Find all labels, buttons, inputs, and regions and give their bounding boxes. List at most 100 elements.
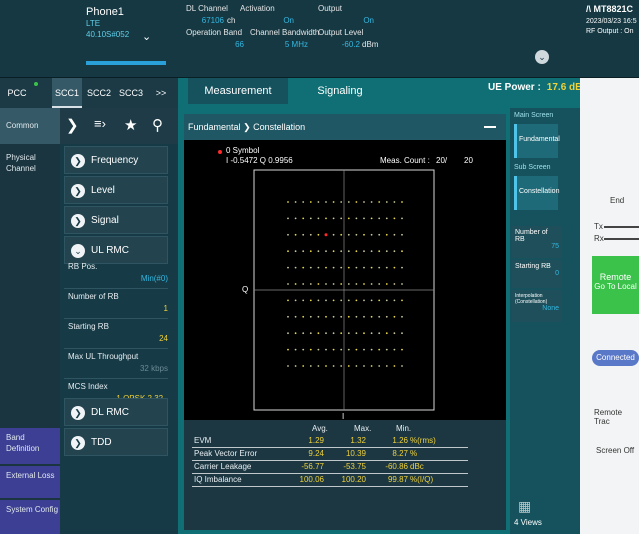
constellation-point: [317, 250, 320, 253]
signal-button[interactable]: ❯ Signal: [64, 206, 168, 234]
tdd-button[interactable]: ❯ TDD: [64, 428, 168, 456]
constellation-point: [393, 250, 396, 253]
list-arrow-icon[interactable]: ≡›: [94, 116, 106, 131]
carrier-tabs: PCC SCC1 SCC2 SCC3 >>: [0, 78, 178, 108]
constellation-point: [317, 217, 320, 220]
chevron-down-icon[interactable]: ⌄: [142, 30, 151, 43]
constellation-point: [370, 283, 373, 285]
cl-unit: dBc: [410, 462, 424, 471]
level-button[interactable]: ❯ Level: [64, 176, 168, 204]
constellation-point: [294, 283, 297, 285]
pve-max: 10.39: [345, 449, 366, 458]
constellation-point: [317, 348, 320, 351]
ue-power-label: UE Power :: [488, 82, 541, 93]
constellation-point: [325, 332, 327, 335]
chevron-right-icon: ❯: [71, 154, 85, 168]
row-label-carrier-leakage: Carrier Leakage: [194, 462, 252, 471]
meas-count-total: 20: [464, 156, 473, 165]
constellation-point: [363, 233, 365, 236]
max-ul-throughput-value: 32 kbps: [139, 364, 168, 373]
constellation-point: [294, 217, 297, 220]
phone-selector[interactable]: Phone1 LTE 40.10S#052: [86, 6, 182, 70]
constellation-point: [287, 283, 289, 285]
tab-pcc[interactable]: PCC: [0, 78, 34, 108]
level-label: Level: [91, 185, 115, 196]
iq-min: 99.87: [387, 475, 408, 484]
constellation-point: [363, 315, 365, 318]
constellation-point: [309, 201, 312, 203]
chevron-right-icon: ❯: [71, 214, 85, 228]
constellation-point: [378, 233, 381, 236]
minimize-icon[interactable]: [484, 126, 496, 128]
constellation-point: [287, 348, 289, 351]
remote-button[interactable]: Remote Go To Local: [592, 256, 639, 314]
constellation-point: [332, 315, 335, 318]
constellation-point: [287, 332, 289, 335]
constellation-point: [347, 233, 350, 236]
num-rb-value[interactable]: 1: [68, 304, 168, 313]
crumb-fundamental[interactable]: Fundamental: [188, 122, 241, 132]
tab-scc2[interactable]: SCC2: [84, 78, 114, 108]
constellation-point: [287, 315, 289, 318]
main-screen-button[interactable]: Fundamental: [514, 124, 560, 158]
pve-unit: %: [410, 449, 418, 458]
chevron-right-icon[interactable]: ❯: [66, 116, 79, 134]
dl-rmc-button[interactable]: ❯ DL RMC: [64, 398, 168, 426]
constellation-point: [332, 365, 335, 367]
output-level-value: -60.2: [341, 40, 360, 49]
constellation-point: [370, 348, 373, 351]
constellation-point: [325, 266, 327, 269]
top-status-bar: Phone1 LTE 40.10S#052 ⌄ DL Channel 67106…: [0, 0, 639, 78]
screen-off-button[interactable]: Screen Off: [596, 446, 634, 455]
constellation-point: [340, 233, 343, 236]
search-icon[interactable]: ⚲: [152, 116, 163, 134]
sub-screen-label: Sub Screen: [514, 164, 551, 171]
sidebar-item-external-loss[interactable]: External Loss: [0, 466, 60, 498]
tx-level-bar: [604, 226, 639, 228]
constellation-point: [294, 348, 297, 351]
sidebar-item-system-config[interactable]: System Config: [0, 500, 60, 534]
constellation-point: [325, 250, 327, 253]
tab-more[interactable]: >>: [148, 78, 174, 108]
constellation-point: [294, 332, 297, 335]
sidebar-item-common[interactable]: Common: [0, 108, 60, 144]
tab-scc3[interactable]: SCC3: [116, 78, 146, 108]
side-starting-rb[interactable]: Starting RB 0: [512, 260, 562, 288]
meas-count-label: Meas. Count :: [380, 156, 430, 165]
constellation-point: [332, 250, 335, 253]
side-num-rb[interactable]: Number of RB 75: [512, 226, 562, 258]
tx-label: Tx: [594, 222, 603, 231]
sub-screen-button[interactable]: Constellation: [514, 176, 559, 210]
ul-rmc-button[interactable]: ⌄ UL RMC: [64, 236, 168, 264]
phone-id: 40.10S#052: [86, 30, 130, 39]
views-label[interactable]: 4 Views: [514, 518, 542, 527]
chevron-down-icon: ⌄: [71, 244, 85, 258]
constellation-point: [401, 332, 403, 335]
starting-rb-value[interactable]: 24: [68, 334, 168, 343]
collapse-chevron-icon[interactable]: ⌄: [535, 50, 549, 64]
tab-signaling[interactable]: Signaling: [290, 78, 390, 104]
star-icon[interactable]: ★: [124, 116, 137, 134]
constellation-point: [393, 233, 396, 236]
row-divider: [192, 473, 468, 474]
grid-views-icon[interactable]: ▦: [518, 498, 531, 515]
col-header-max: Max.: [354, 424, 372, 433]
main-screen-label: Main Screen: [514, 112, 554, 119]
tab-measurement[interactable]: Measurement: [188, 78, 288, 104]
sidebar-item-band-definition[interactable]: Band Definition: [0, 428, 60, 464]
constellation-point: [325, 365, 327, 367]
frequency-button[interactable]: ❯ Frequency: [64, 146, 168, 174]
constellation-point: [363, 266, 365, 269]
constellation-point: [340, 201, 343, 203]
tab-scc1[interactable]: SCC1: [52, 78, 82, 108]
constellation-point: [355, 283, 358, 285]
remote-trace-button[interactable]: Remote Trac: [594, 408, 639, 426]
constellation-point: [317, 266, 320, 269]
constellation-point: [393, 299, 396, 302]
constellation-point: [340, 250, 343, 253]
constellation-point: [355, 365, 358, 367]
sidebar-item-physical-channel[interactable]: Physical Channel: [0, 152, 56, 174]
rb-pos-value[interactable]: Min(#0): [68, 274, 168, 283]
constellation-point: [302, 201, 305, 203]
side-interpolation[interactable]: Interpolation (Constellation) None: [512, 290, 562, 322]
